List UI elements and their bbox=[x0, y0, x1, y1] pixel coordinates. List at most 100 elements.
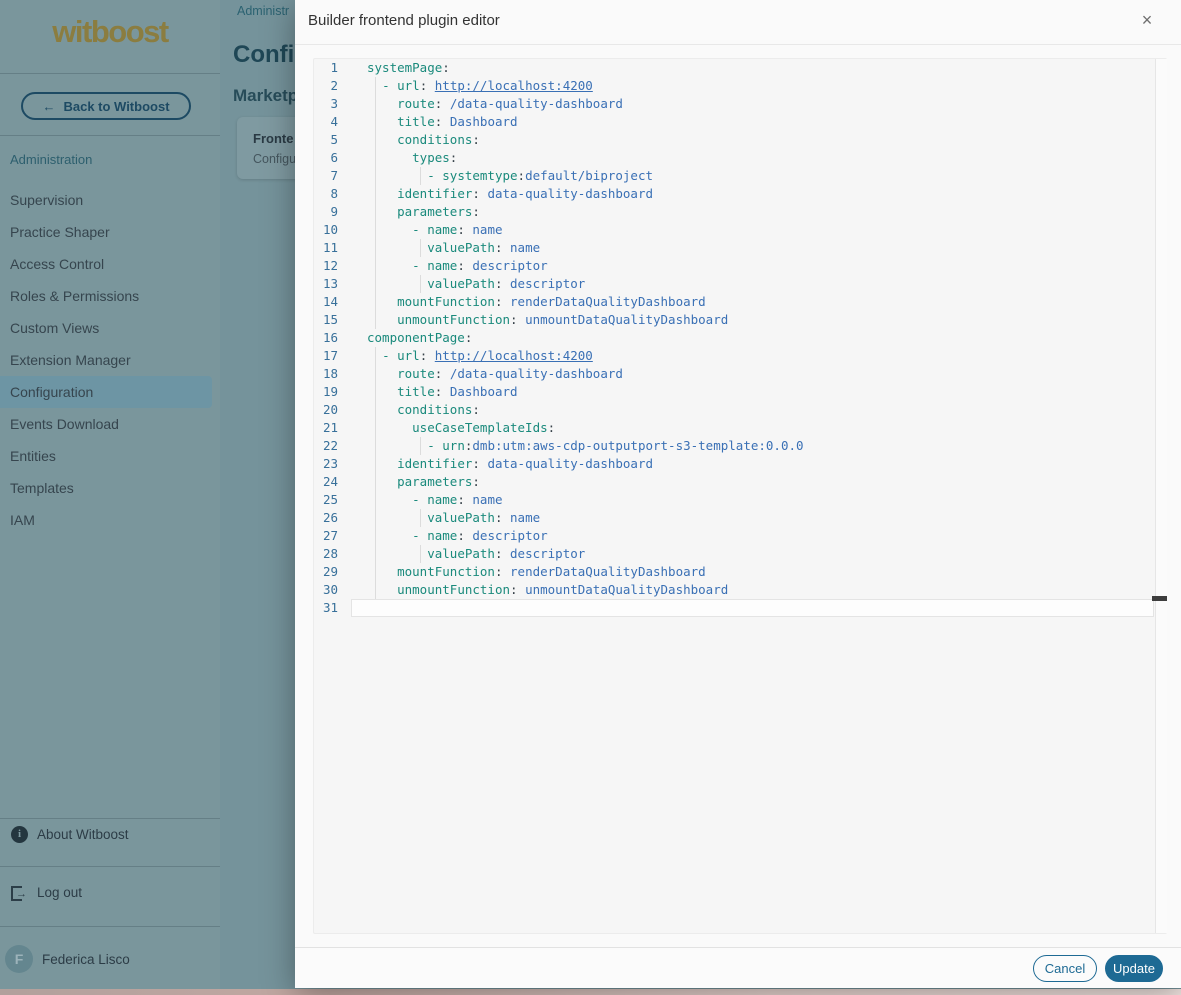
line-number: 9 bbox=[314, 203, 338, 221]
sidebar-item-custom-views[interactable]: Custom Views bbox=[0, 312, 220, 344]
indent-guide bbox=[375, 563, 376, 581]
indent-guide bbox=[375, 437, 376, 455]
sidebar-item-roles-permissions[interactable]: Roles & Permissions bbox=[0, 280, 220, 312]
line-number: 21 bbox=[314, 419, 338, 437]
divider bbox=[0, 866, 220, 867]
sidebar-item-practice-shaper[interactable]: Practice Shaper bbox=[0, 216, 220, 248]
code-line[interactable]: identifier: data-quality-dashboard bbox=[367, 185, 1154, 203]
code-line[interactable]: unmountFunction: unmountDataQualityDashb… bbox=[367, 311, 1154, 329]
code-line[interactable]: valuePath: name bbox=[367, 239, 1154, 257]
indent-guide bbox=[375, 383, 376, 401]
line-number: 25 bbox=[314, 491, 338, 509]
code-line[interactable]: route: /data-quality-dashboard bbox=[367, 365, 1154, 383]
sidebar-item-entities[interactable]: Entities bbox=[0, 440, 220, 472]
about-witboost-row[interactable]: i About Witboost bbox=[0, 818, 220, 866]
indent-guide bbox=[375, 257, 376, 275]
code-line[interactable]: title: Dashboard bbox=[367, 383, 1154, 401]
code-line[interactable]: parameters: bbox=[367, 203, 1154, 221]
line-number: 16 bbox=[314, 329, 338, 347]
line-number: 29 bbox=[314, 563, 338, 581]
code-line[interactable]: - name: descriptor bbox=[367, 527, 1154, 545]
code-line[interactable]: componentPage: bbox=[367, 329, 1154, 347]
indent-guide bbox=[375, 77, 376, 95]
indent-guide bbox=[420, 509, 421, 527]
indent-guide bbox=[375, 509, 376, 527]
code-line[interactable]: - urn:dmb:utm:aws-cdp-outputport-s3-temp… bbox=[367, 437, 1154, 455]
code-line[interactable] bbox=[367, 599, 1154, 617]
indent-guide bbox=[375, 401, 376, 419]
divider bbox=[0, 926, 220, 927]
editor-scrollbar-track[interactable] bbox=[1155, 59, 1167, 933]
code-line[interactable]: route: /data-quality-dashboard bbox=[367, 95, 1154, 113]
indent-guide bbox=[420, 167, 421, 185]
line-number: 14 bbox=[314, 293, 338, 311]
code-line[interactable]: valuePath: descriptor bbox=[367, 545, 1154, 563]
divider bbox=[0, 135, 220, 136]
line-number: 28 bbox=[314, 545, 338, 563]
indent-guide bbox=[375, 527, 376, 545]
code-line[interactable]: - url: http://localhost:4200 bbox=[367, 77, 1154, 95]
code-line[interactable]: - name: name bbox=[367, 221, 1154, 239]
avatar: F bbox=[5, 945, 33, 973]
sidebar-item-iam[interactable]: IAM bbox=[0, 504, 220, 536]
page-subtitle: Marketp bbox=[233, 86, 298, 106]
code-line[interactable]: useCaseTemplateIds: bbox=[367, 419, 1154, 437]
code-line[interactable]: - name: name bbox=[367, 491, 1154, 509]
sidebar-item-access-control[interactable]: Access Control bbox=[0, 248, 220, 280]
editor-scrollbar-thumb[interactable] bbox=[1152, 596, 1167, 601]
line-number: 3 bbox=[314, 95, 338, 113]
indent-guide bbox=[375, 167, 376, 185]
logout-row[interactable]: → Log out bbox=[0, 876, 220, 924]
code-line[interactable]: title: Dashboard bbox=[367, 113, 1154, 131]
line-number: 22 bbox=[314, 437, 338, 455]
back-to-witboost-button[interactable]: ←Back to Witboost bbox=[21, 92, 191, 120]
sidebar-item-supervision[interactable]: Supervision bbox=[0, 184, 220, 216]
yaml-editor[interactable]: 1234567891011121314151617181920212223242… bbox=[313, 58, 1167, 934]
indent-guide bbox=[375, 239, 376, 257]
line-number: 10 bbox=[314, 221, 338, 239]
indent-guide bbox=[375, 581, 376, 599]
cancel-button[interactable]: Cancel bbox=[1033, 955, 1097, 982]
code-line[interactable]: conditions: bbox=[367, 131, 1154, 149]
indent-guide bbox=[375, 473, 376, 491]
sidebar-item-extension-manager[interactable]: Extension Manager bbox=[0, 344, 220, 376]
code-line[interactable]: valuePath: descriptor bbox=[367, 275, 1154, 293]
indent-guide bbox=[375, 95, 376, 113]
plugin-card-subtitle: Configu bbox=[253, 152, 296, 166]
app-root: Administr Config Marketp Fronte Configu … bbox=[0, 0, 1181, 995]
line-number: 26 bbox=[314, 509, 338, 527]
sidebar-item-templates[interactable]: Templates bbox=[0, 472, 220, 504]
line-number: 23 bbox=[314, 455, 338, 473]
line-number: 24 bbox=[314, 473, 338, 491]
indent-guide bbox=[375, 311, 376, 329]
code-line[interactable]: unmountFunction: unmountDataQualityDashb… bbox=[367, 581, 1154, 599]
code-line[interactable]: systemPage: bbox=[367, 59, 1154, 77]
breadcrumb: Administr bbox=[237, 4, 289, 18]
code-line[interactable]: conditions: bbox=[367, 401, 1154, 419]
code-line[interactable]: identifier: data-quality-dashboard bbox=[367, 455, 1154, 473]
logout-icon: → bbox=[11, 886, 22, 901]
dialog-header: Builder frontend plugin editor × bbox=[295, 0, 1181, 45]
indent-guide bbox=[375, 347, 376, 365]
code-line[interactable]: - name: descriptor bbox=[367, 257, 1154, 275]
about-witboost-label: About Witboost bbox=[37, 827, 129, 842]
editor-code[interactable]: systemPage: - url: http://localhost:4200… bbox=[367, 59, 1154, 617]
indent-guide bbox=[375, 149, 376, 167]
divider bbox=[0, 73, 220, 74]
code-line[interactable]: mountFunction: renderDataQualityDashboar… bbox=[367, 563, 1154, 581]
indent-guide bbox=[375, 293, 376, 311]
indent-guide bbox=[375, 185, 376, 203]
sidebar-item-events-download[interactable]: Events Download bbox=[0, 408, 220, 440]
code-line[interactable]: types: bbox=[367, 149, 1154, 167]
sidebar-item-configuration[interactable]: Configuration bbox=[0, 376, 212, 408]
indent-guide bbox=[420, 275, 421, 293]
update-button[interactable]: Update bbox=[1105, 955, 1163, 982]
code-line[interactable]: mountFunction: renderDataQualityDashboar… bbox=[367, 293, 1154, 311]
code-line[interactable]: valuePath: name bbox=[367, 509, 1154, 527]
indent-guide bbox=[420, 437, 421, 455]
close-icon[interactable]: × bbox=[1137, 10, 1157, 30]
code-line[interactable]: - url: http://localhost:4200 bbox=[367, 347, 1154, 365]
code-line[interactable]: parameters: bbox=[367, 473, 1154, 491]
code-line[interactable]: - systemtype:default/biproject bbox=[367, 167, 1154, 185]
indent-guide bbox=[375, 455, 376, 473]
